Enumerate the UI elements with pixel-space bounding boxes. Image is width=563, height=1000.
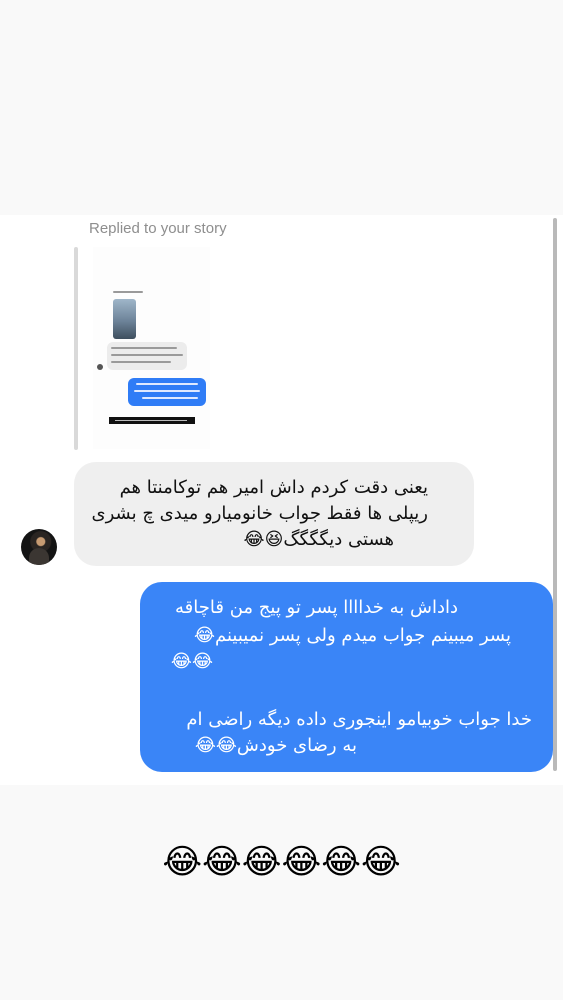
incoming-message-line-3: هستی دیگگگگ😆😂 bbox=[243, 529, 394, 550]
story-mini-outgoing-bubble bbox=[128, 378, 206, 406]
incoming-message-line-1: یعنی دقت کردم داش امیر هم توکامنتا هم bbox=[119, 477, 428, 498]
outgoing-message-line-2: پسر میبینم جواب میدم ولی پسر نمیبینم😂 bbox=[193, 625, 511, 646]
outgoing-message-line-3: 😂😂 bbox=[170, 651, 213, 672]
story-caption-emojis: 😂😂😂😂😂😂 bbox=[162, 842, 401, 882]
reply-quote-line bbox=[74, 247, 78, 450]
story-mini-photo bbox=[113, 299, 136, 339]
story-mini-avatar bbox=[97, 364, 103, 370]
story-mini-header bbox=[113, 291, 143, 293]
outgoing-message-line-4: خدا جواب خوبیامو اینجوری داده دیگه راضی … bbox=[186, 709, 532, 730]
scrollbar[interactable] bbox=[553, 218, 557, 771]
incoming-message-bubble[interactable]: یعنی دقت کردم داش امیر هم توکامنتا هم ری… bbox=[74, 462, 474, 566]
story-mini-incoming-bubble bbox=[107, 342, 187, 370]
outgoing-message-line-1: داداش به خداااا پسر تو پیج من قاچاقه bbox=[175, 597, 458, 618]
story-mini-caption bbox=[109, 417, 195, 424]
sender-avatar[interactable] bbox=[21, 529, 57, 565]
replied-to-story-label: Replied to your story bbox=[89, 220, 227, 237]
outgoing-message-line-5: به رضای خودش😂😂 bbox=[194, 735, 357, 756]
incoming-message-line-2: ریپلی ها فقط جواب خانومیارو میدی چ بشری bbox=[91, 503, 428, 524]
outgoing-message-bubble[interactable]: داداش به خداااا پسر تو پیج من قاچاقه پسر… bbox=[140, 582, 553, 772]
story-thumbnail[interactable] bbox=[93, 247, 210, 449]
